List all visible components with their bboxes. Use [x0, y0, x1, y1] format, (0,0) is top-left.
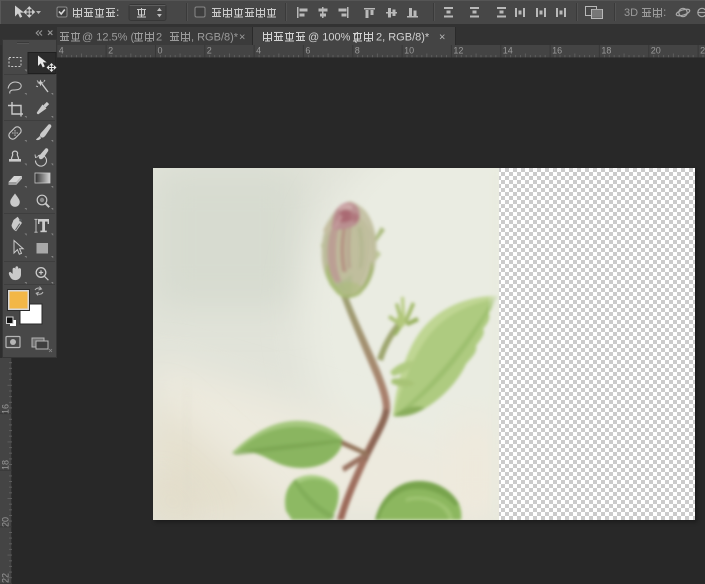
svg-text:8: 8	[355, 46, 360, 56]
svg-text:10: 10	[404, 46, 414, 56]
svg-text:20: 20	[651, 46, 661, 56]
svg-text::: :	[663, 5, 666, 19]
svg-text:16: 16	[552, 46, 562, 56]
svg-text:20: 20	[1, 517, 11, 527]
svg-text:2: 2	[156, 32, 162, 44]
svg-text:22: 22	[1, 573, 11, 583]
svg-text:2: 2	[108, 46, 113, 56]
svg-text:@ 100% (: @ 100% (	[308, 32, 357, 44]
svg-text:×: ×	[439, 32, 445, 44]
svg-text:18: 18	[601, 46, 611, 56]
svg-text:3D: 3D	[624, 7, 638, 19]
svg-text:22: 22	[700, 46, 705, 56]
svg-text:4: 4	[59, 46, 64, 56]
svg-text:0: 0	[158, 46, 163, 56]
svg-text:6: 6	[305, 46, 310, 56]
svg-text:, RGB/8)*: , RGB/8)*	[191, 32, 239, 44]
svg-text:14: 14	[503, 46, 513, 56]
svg-text:2: 2	[207, 46, 212, 56]
svg-text:4: 4	[256, 46, 261, 56]
svg-text:18: 18	[1, 460, 11, 470]
svg-text::: :	[116, 5, 119, 19]
svg-text:2, RGB/8)*: 2, RGB/8)*	[376, 32, 430, 44]
svg-text:12: 12	[453, 46, 463, 56]
svg-text:16: 16	[1, 404, 11, 414]
svg-text:×: ×	[239, 32, 245, 44]
svg-text:@ 12.5% (: @ 12.5% (	[82, 32, 134, 44]
